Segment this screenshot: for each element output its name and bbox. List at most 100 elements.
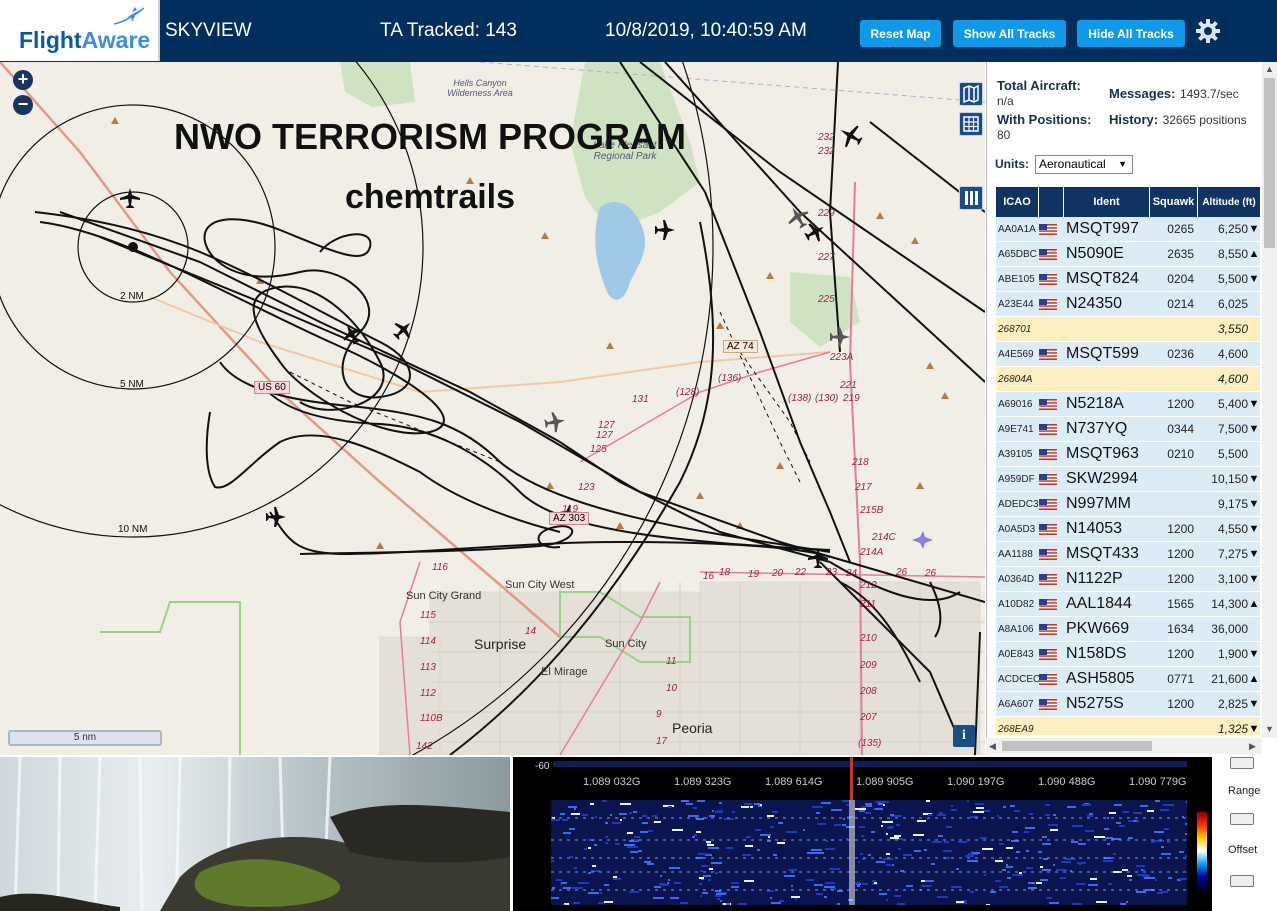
waterfall-spectrogram xyxy=(551,800,1187,905)
table-row[interactable]: A6A607 N5275S 1200 2,825 ▼ xyxy=(996,692,1260,717)
reset-map-button[interactable]: Reset Map xyxy=(860,20,941,47)
squawk-cell: 1565 xyxy=(1167,597,1194,611)
panel-vertical-scrollbar[interactable]: ▲ ▼ xyxy=(1262,62,1277,738)
table-row[interactable]: A9E741 N737YQ 0344 7,500 ▼ xyxy=(996,417,1260,442)
scrollbar-thumb[interactable] xyxy=(1264,78,1275,248)
column-header-icao[interactable]: ICAO xyxy=(996,187,1039,217)
table-row[interactable]: 268EA9 1,325 ▼ xyxy=(996,717,1260,735)
trend-icon: ▼ xyxy=(1248,548,1260,560)
milepost-label: 210 xyxy=(860,633,877,644)
trend-icon: ▲ xyxy=(1248,598,1260,610)
show-all-tracks-button[interactable]: Show All Tracks xyxy=(953,20,1066,47)
columns-icon[interactable] xyxy=(959,186,983,210)
squawk-cell: 1200 xyxy=(1167,397,1194,411)
map-layers-icon[interactable] xyxy=(959,82,983,106)
milepost-label: 142 xyxy=(416,741,433,752)
trend-icon: ▼ xyxy=(1248,648,1260,660)
units-select[interactable]: Aeronautical ▼ xyxy=(1035,155,1133,174)
milepost-label: 24 xyxy=(846,568,858,579)
table-row[interactable]: 26804A 4,600 xyxy=(996,367,1260,392)
messages-stat: Messages: 1493.7/sec xyxy=(1109,85,1239,103)
table-row[interactable]: AA1188 MSQT433 1200 7,275 ▼ xyxy=(996,542,1260,567)
range-slider-handle[interactable] xyxy=(1230,813,1254,825)
us-flag-icon xyxy=(1039,423,1064,435)
table-row[interactable]: A0A5D3 N14053 1200 4,550 ▼ xyxy=(996,517,1260,542)
milepost-label: 17 xyxy=(656,736,668,747)
altitude-cell: 14,300 xyxy=(1211,597,1248,611)
ident-cell: N5275S xyxy=(1066,695,1124,712)
flightaware-logo[interactable]: FlightAware xyxy=(0,0,160,61)
scroll-up-icon[interactable]: ▲ xyxy=(1265,64,1274,74)
offset-slider-handle[interactable] xyxy=(1230,875,1254,887)
flag-cell xyxy=(1039,324,1064,335)
panel-horizontal-scrollbar[interactable]: ◀ ▶ xyxy=(986,738,1262,754)
range-label: Range xyxy=(1228,785,1261,797)
db-level-label: -60 xyxy=(535,761,550,772)
us-flag-icon xyxy=(1039,448,1064,460)
milepost-label: (130) xyxy=(815,393,839,404)
table-row[interactable]: A69016 N5218A 1200 5,400 ▼ xyxy=(996,392,1260,417)
icao-cell: A0E843 xyxy=(998,648,1034,660)
scroll-left-icon[interactable]: ◀ xyxy=(989,741,996,752)
milepost-label: (135) xyxy=(858,738,882,749)
table-row[interactable]: A959DF SKW2994 10,150 ▼ xyxy=(996,467,1260,492)
logo-word-aware: Aware xyxy=(81,27,151,53)
us-flag-icon xyxy=(1039,698,1064,710)
column-header-ident[interactable]: Ident xyxy=(1064,187,1150,217)
grid-icon[interactable] xyxy=(959,112,983,136)
milepost-label: 207 xyxy=(860,712,877,723)
us-flag-icon xyxy=(1039,648,1064,660)
table-row[interactable]: A65DBC N5090E 2635 8,550 ▲ xyxy=(996,242,1260,267)
table-row[interactable]: ACDCEC ASH5805 0771 21,600 ▲ xyxy=(996,667,1260,692)
ident-cell: MSQT963 xyxy=(1066,445,1139,462)
icao-cell: AA0A1A xyxy=(998,223,1036,235)
table-row[interactable]: A4E569 MSQT599 0236 4,600 xyxy=(996,342,1260,367)
scroll-right-icon[interactable]: ▶ xyxy=(1249,741,1256,752)
trend-icon: ▼ xyxy=(1248,523,1260,535)
flag-cell xyxy=(1039,374,1064,385)
icao-cell: A65DBC xyxy=(998,248,1037,260)
slider-handle[interactable] xyxy=(1230,757,1254,769)
table-header: ICAO Ident Squawk Altitude (ft) xyxy=(996,187,1260,217)
milepost-label: 212 xyxy=(860,580,877,591)
table-row[interactable]: ADEDC3 N997MM 9,175 ▼ xyxy=(996,492,1260,517)
altitude-cell: 6,250 xyxy=(1217,222,1248,236)
altitude-cell: 5,400 xyxy=(1217,397,1248,411)
column-header-flag[interactable] xyxy=(1039,187,1064,217)
zoom-out-icon[interactable]: − xyxy=(13,95,33,115)
table-row[interactable]: A10D82 AAL1844 1565 14,300 ▲ xyxy=(996,592,1260,617)
squawk-cell: 2635 xyxy=(1167,247,1194,261)
us-flag-icon xyxy=(1039,473,1064,485)
milepost-label: 125 xyxy=(590,444,607,455)
milepost-label: 214C xyxy=(872,532,896,543)
hide-all-tracks-button[interactable]: Hide All Tracks xyxy=(1077,20,1185,47)
gear-icon[interactable] xyxy=(1195,18,1221,44)
us-flag-icon xyxy=(1039,598,1064,610)
icao-cell: 26804A xyxy=(998,373,1033,385)
milepost-label: 22 xyxy=(795,567,807,578)
place-label: Sun City xyxy=(605,638,647,650)
altitude-cell: 21,600 xyxy=(1211,672,1248,686)
ident-cell: N737YQ xyxy=(1066,420,1128,437)
table-row[interactable]: A0E843 N158DS 1200 1,900 ▼ xyxy=(996,642,1260,667)
table-row[interactable]: ABE105 MSQT824 0204 5,500 ▼ xyxy=(996,267,1260,292)
table-row[interactable]: A8A106 PKW669 1634 36,000 xyxy=(996,617,1260,642)
altitude-cell: 5,500 xyxy=(1217,447,1248,461)
table-row[interactable]: AA0A1A MSQT997 0265 6,250 ▼ xyxy=(996,217,1260,242)
info-icon[interactable]: i xyxy=(953,725,975,747)
scroll-down-icon[interactable]: ▼ xyxy=(1265,724,1274,734)
scrollbar-thumb[interactable] xyxy=(1002,741,1152,751)
table-row[interactable]: A23E44 N24350 0214 6,025 xyxy=(996,292,1260,317)
trend-icon: ▲ xyxy=(1248,248,1260,260)
table-row[interactable]: A0364D N1122P 1200 3,100 ▼ xyxy=(996,567,1260,592)
map-view[interactable]: Hells Canyon Wilderness Area Lake Pleasa… xyxy=(0,62,985,755)
us-flag-icon xyxy=(1039,273,1064,285)
column-header-squawk[interactable]: Squawk xyxy=(1150,187,1198,217)
table-row[interactable]: A39105 MSQT963 0210 5,500 xyxy=(996,442,1260,467)
trend-icon: ▼ xyxy=(1248,498,1260,510)
offset-label: Offset xyxy=(1228,844,1258,856)
column-header-altitude[interactable]: Altitude (ft) xyxy=(1198,187,1260,217)
zoom-in-icon[interactable]: + xyxy=(13,70,33,90)
aircraft-table: ICAO Ident Squawk Altitude (ft) AA0A1A MS… xyxy=(996,187,1260,735)
table-row[interactable]: 268701 3,550 xyxy=(996,317,1260,342)
